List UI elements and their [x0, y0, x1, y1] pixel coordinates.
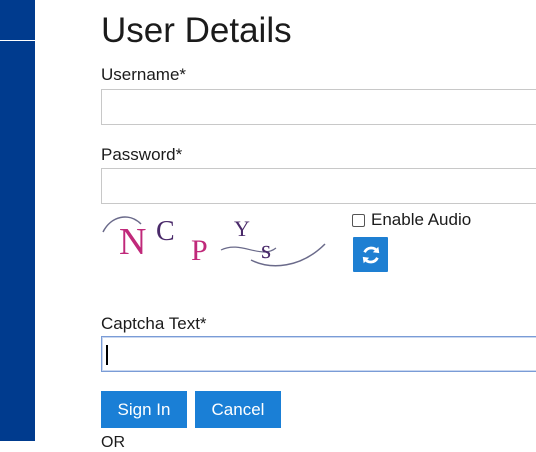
refresh-icon	[362, 246, 379, 263]
left-sidebar	[0, 0, 35, 441]
captcha-text-label: Captcha Text*	[101, 314, 207, 333]
captcha-char: C	[156, 216, 175, 247]
or-separator: OR	[101, 434, 125, 451]
username-input[interactable]	[101, 89, 536, 125]
password-label: Password*	[101, 145, 183, 164]
checkbox-icon[interactable]	[352, 213, 365, 227]
password-input[interactable]	[101, 168, 536, 204]
captcha-image: N C P Y s	[102, 216, 326, 267]
captcha-char: P	[191, 234, 208, 267]
text-caret	[106, 345, 108, 365]
sign-in-button[interactable]: Sign In	[101, 391, 187, 428]
enable-audio-label: Enable Audio	[371, 210, 472, 229]
captcha-text-input[interactable]	[101, 336, 536, 372]
enable-audio-option[interactable]: Enable Audio	[352, 210, 471, 230]
username-label: Username*	[101, 65, 187, 84]
refresh-captcha-button[interactable]	[353, 237, 388, 272]
captcha-char: s	[261, 235, 271, 264]
captcha-char: Y	[234, 216, 250, 241]
sidebar-divider	[0, 40, 35, 41]
cancel-button[interactable]: Cancel	[195, 391, 281, 428]
page-title: User Details	[101, 11, 292, 50]
captcha-char: N	[119, 221, 146, 263]
